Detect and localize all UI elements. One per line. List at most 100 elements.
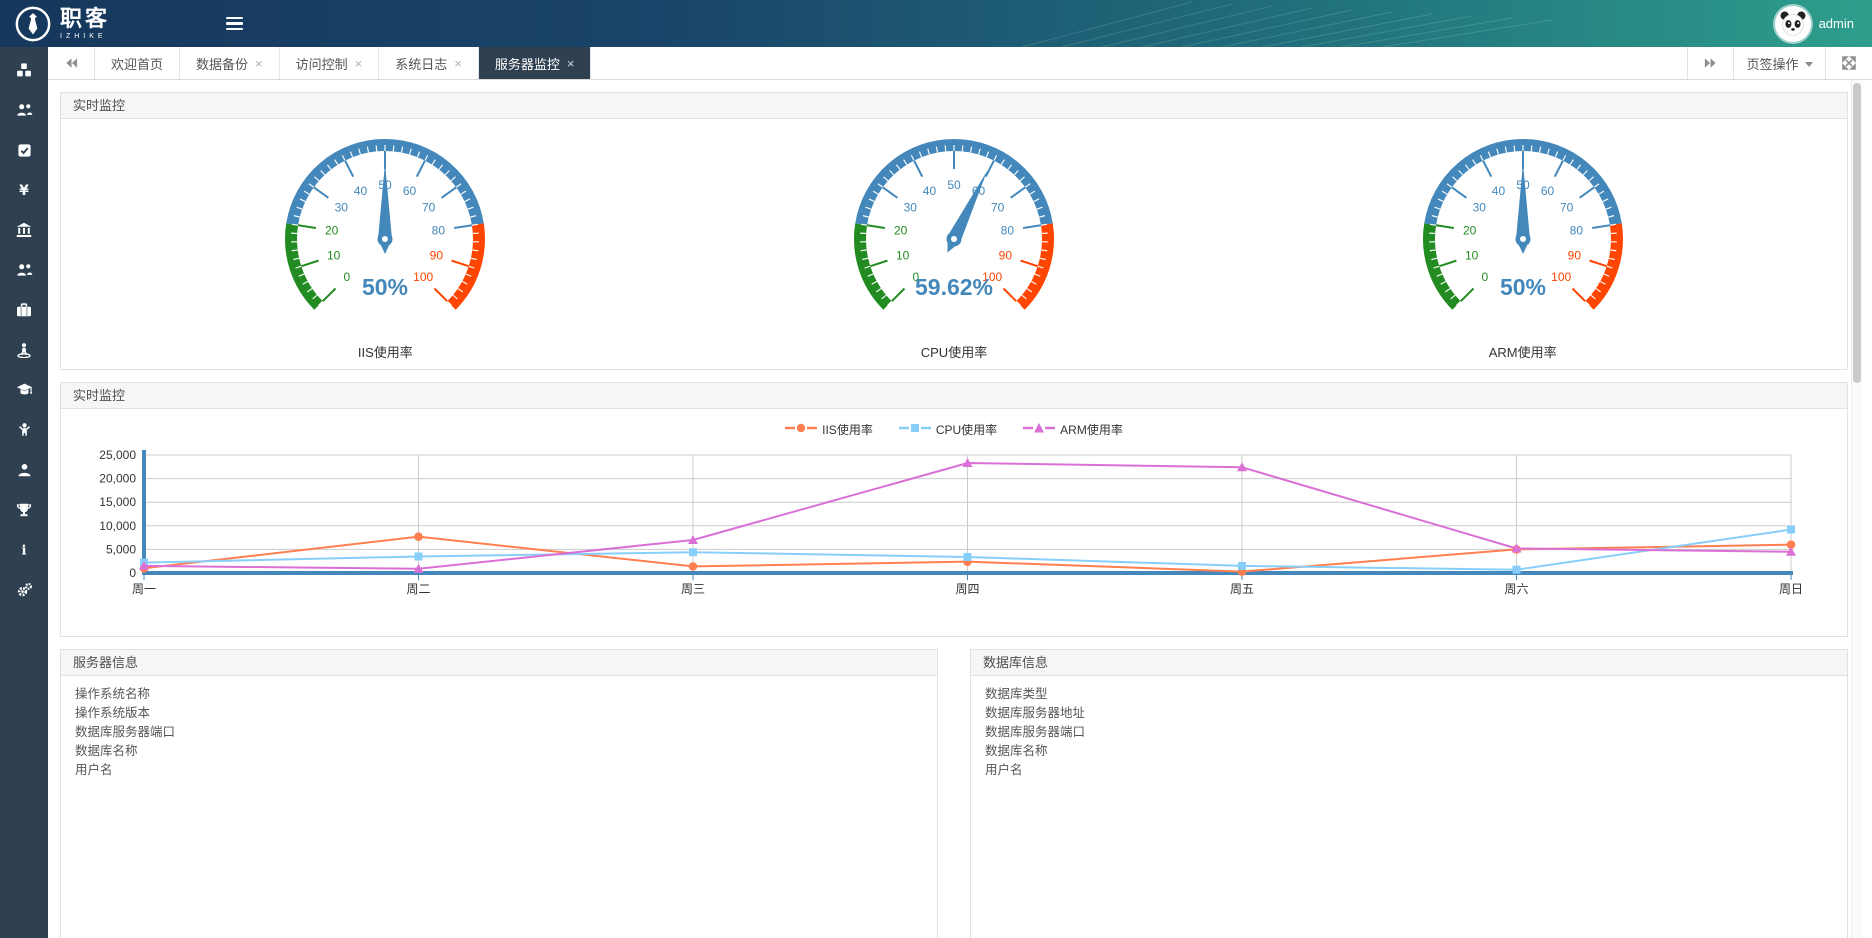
panda-avatar-icon (1778, 9, 1808, 39)
scrollbar-thumb[interactable] (1853, 83, 1861, 383)
svg-text:周一: 周一 (132, 582, 156, 596)
svg-text:80: 80 (1569, 224, 1583, 238)
svg-text:周六: 周六 (1504, 582, 1528, 596)
legend-item-iis[interactable]: IIS使用率 (785, 421, 873, 438)
bank-icon (16, 222, 32, 238)
tab-close-icon[interactable]: × (355, 57, 363, 70)
tab-close-icon[interactable]: × (567, 57, 575, 70)
sidebar-item-bank[interactable] (0, 210, 48, 250)
info-icon: i (17, 542, 31, 558)
legend-item-arm[interactable]: ARM使用率 (1023, 421, 1123, 438)
user-menu[interactable]: admin (1775, 6, 1872, 42)
vertical-scrollbar (1851, 80, 1862, 938)
tab-data-backup[interactable]: 数据备份 × (180, 47, 280, 79)
tab-label: 访问控制 (296, 54, 348, 73)
server-info-item: 操作系统名称 (75, 685, 923, 704)
tab-welcome[interactable]: 欢迎首页 (95, 47, 180, 79)
main-content: 实时监控 010203040506070809010050% IIS使用率 01… (48, 80, 1872, 938)
svg-text:20: 20 (894, 224, 908, 238)
sidebar-toggle-button[interactable] (214, 0, 254, 47)
tabs-scroll-left-button[interactable] (48, 47, 95, 79)
svg-text:15,000: 15,000 (99, 495, 136, 509)
sidebar-item-graduation-cap[interactable] (0, 370, 48, 410)
svg-text:50: 50 (947, 178, 961, 192)
gauge-cpu: 010203040506070809010059.62% CPU使用率 (824, 129, 1084, 361)
svg-text:60: 60 (1540, 184, 1554, 198)
child-icon (17, 422, 32, 438)
tab-access-control[interactable]: 访问控制 × (280, 47, 380, 79)
tab-operations-dropdown[interactable]: 页签操作 (1734, 47, 1826, 79)
sidebar-item-users[interactable] (0, 90, 48, 130)
svg-text:40: 40 (1491, 184, 1505, 198)
legend-label: IIS使用率 (822, 421, 873, 438)
navbar-decoration-lines (1022, 0, 1562, 47)
tab-system-log[interactable]: 系统日志 × (379, 47, 479, 79)
svg-text:0: 0 (129, 566, 136, 580)
legend-label: ARM使用率 (1060, 421, 1123, 438)
svg-text:20: 20 (325, 224, 339, 238)
svg-text:0: 0 (1481, 270, 1488, 284)
sidebar-item-check-square[interactable] (0, 130, 48, 170)
svg-text:70: 70 (991, 200, 1005, 214)
gauge-arm: 010203040506070809010050% ARM使用率 (1393, 129, 1653, 361)
double-right-arrow-icon (1703, 57, 1718, 69)
svg-text:100: 100 (413, 270, 433, 284)
brand-title: 职客 (60, 8, 110, 30)
tab-close-icon[interactable]: × (255, 57, 263, 70)
double-left-arrow-icon (64, 57, 79, 69)
svg-text:10,000: 10,000 (99, 519, 136, 533)
gauge-dial: 010203040506070809010050% (1393, 129, 1653, 341)
database-info-panel: 数据库信息 数据库类型 数据库服务器地址 数据库服务器端口 数据库名称 用户名 (970, 649, 1848, 938)
brand-logo: 职客 IZHIKE (0, 5, 200, 43)
tab-label: 系统日志 (395, 54, 447, 73)
svg-text:周三: 周三 (681, 582, 705, 596)
svg-text:59.62%: 59.62% (915, 274, 993, 300)
sidebar-item-users-2[interactable] (0, 250, 48, 290)
tabs-scroll-right-button[interactable] (1688, 47, 1734, 79)
db-info-item: 用户名 (985, 761, 1833, 780)
panel-title: 实时监控 (61, 93, 1847, 119)
sidebar-item-yen[interactable]: ¥ (0, 170, 48, 210)
sidebar-item-briefcase[interactable] (0, 290, 48, 330)
svg-text:周日: 周日 (1779, 582, 1803, 596)
svg-text:10: 10 (1465, 249, 1479, 263)
tab-label: 欢迎首页 (111, 54, 163, 73)
legend-item-cpu[interactable]: CPU使用率 (899, 421, 997, 438)
users-icon (16, 262, 33, 278)
server-info-item: 数据库服务器端口 (75, 723, 923, 742)
db-info-item: 数据库类型 (985, 685, 1833, 704)
caret-down-icon (1805, 62, 1813, 67)
sidebar-item-user[interactable] (0, 450, 48, 490)
gauge-dial: 010203040506070809010059.62% (824, 129, 1084, 341)
svg-text:60: 60 (403, 184, 417, 198)
svg-text:90: 90 (430, 249, 444, 263)
panel-title: 实时监控 (61, 383, 1847, 409)
fullscreen-button[interactable] (1826, 47, 1872, 79)
gauge-title: CPU使用率 (824, 342, 1084, 361)
db-info-item: 数据库服务器端口 (985, 723, 1833, 742)
line-triangle-marker-icon (1023, 422, 1055, 437)
sidebar-item-street-view[interactable] (0, 330, 48, 370)
line-square-marker-icon (899, 422, 931, 437)
svg-text:30: 30 (904, 200, 918, 214)
sidebar-item-trophy[interactable] (0, 490, 48, 530)
sidebar-item-child[interactable] (0, 410, 48, 450)
svg-text:40: 40 (923, 184, 937, 198)
sidebar-item-info[interactable]: i (0, 530, 48, 570)
brand-subtitle: IZHIKE (60, 33, 110, 40)
svg-text:50%: 50% (1500, 274, 1546, 300)
panel-title: 服务器信息 (61, 650, 937, 676)
top-navbar: 职客 IZHIKE ad (0, 0, 1872, 47)
svg-text:80: 80 (1001, 224, 1015, 238)
svg-text:30: 30 (335, 200, 349, 214)
tab-close-icon[interactable]: × (454, 57, 462, 70)
svg-text:0: 0 (344, 270, 351, 284)
sidebar-item-gears[interactable] (0, 570, 48, 610)
sidebar-item-cubes[interactable] (0, 50, 48, 90)
tab-server-monitor[interactable]: 服务器监控 × (479, 47, 592, 79)
db-info-item: 数据库服务器地址 (985, 704, 1833, 723)
tab-bar: 欢迎首页 数据备份 × 访问控制 × 系统日志 × 服务器监控 × (48, 47, 1872, 80)
svg-text:70: 70 (422, 200, 436, 214)
svg-text:周四: 周四 (955, 582, 979, 596)
panel-title: 数据库信息 (971, 650, 1847, 676)
